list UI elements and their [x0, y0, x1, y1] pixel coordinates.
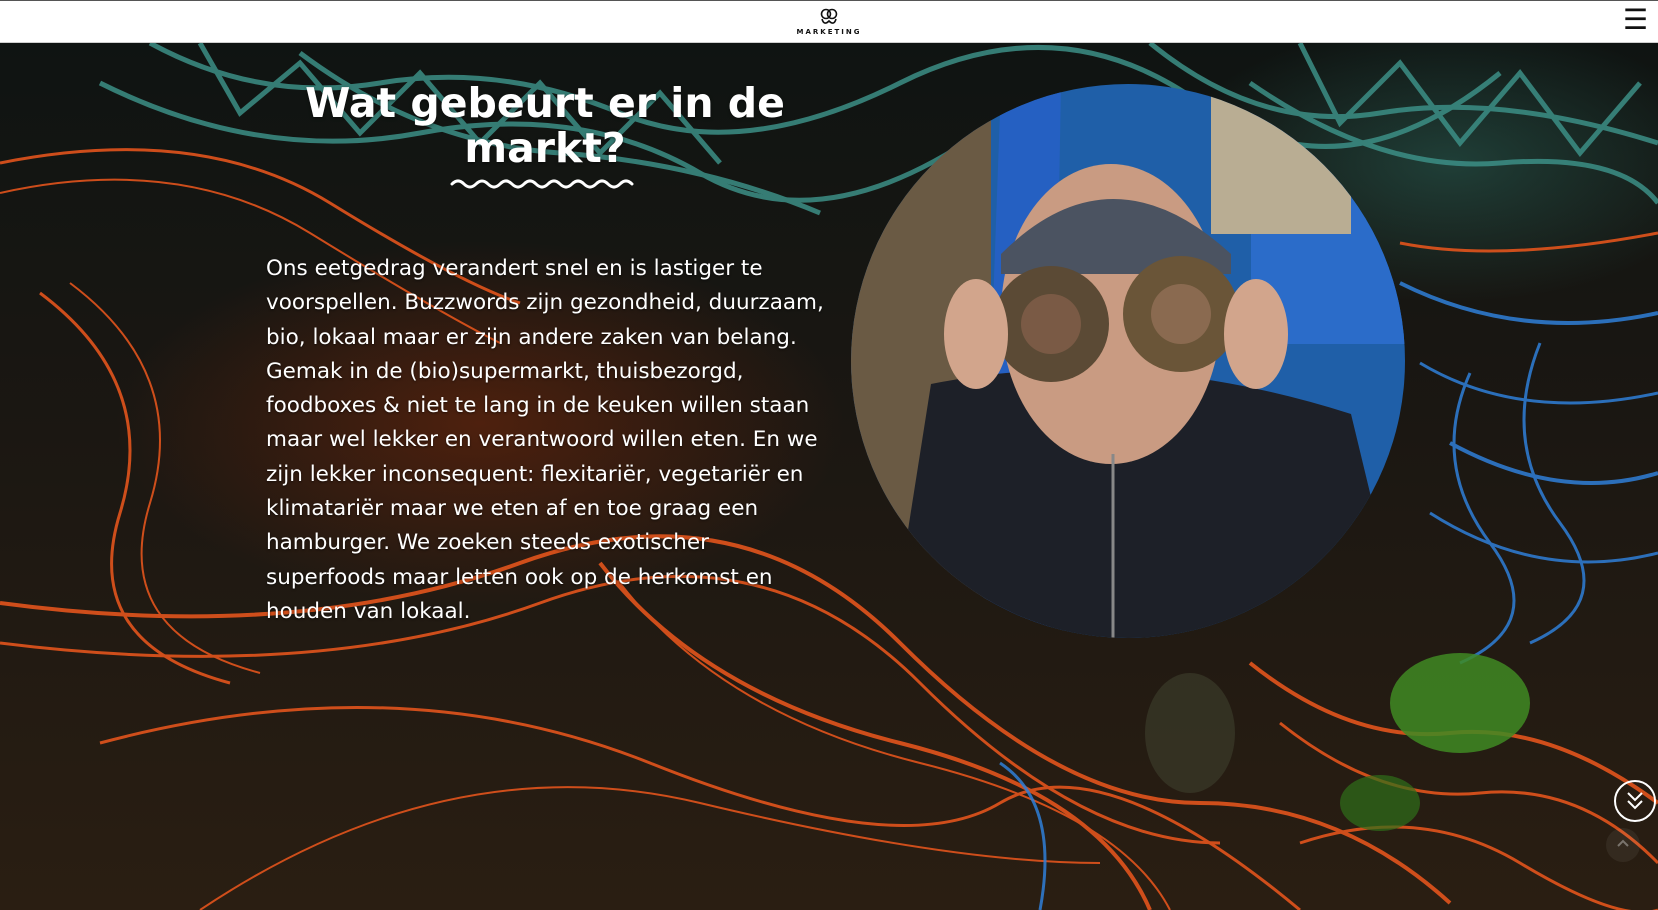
- fishing-nets-background: [0, 43, 1658, 910]
- hero-section: Wat gebeurt er in de markt? Ons eetgedra…: [0, 43, 1658, 910]
- double-chevron-down-icon: [1627, 792, 1643, 810]
- section-title: Wat gebeurt er in de markt?: [305, 79, 785, 172]
- hamburger-menu-icon[interactable]: ☰: [1623, 5, 1648, 35]
- person-with-binoculars-photo: [851, 84, 1405, 638]
- portrait-photo: [851, 84, 1405, 638]
- brand-logo[interactable]: MARKETING: [796, 7, 862, 41]
- logo-wordmark: MARKETING: [796, 28, 862, 36]
- wave-divider-icon: [450, 179, 634, 189]
- back-to-top-button[interactable]: [1606, 828, 1640, 862]
- scroll-down-button[interactable]: [1614, 780, 1656, 822]
- chevron-up-icon: [1617, 839, 1629, 847]
- section-body-text: Ons eetgedrag verandert snel en is lasti…: [266, 256, 824, 624]
- octopus-logo-icon: [820, 8, 838, 24]
- top-navigation-bar: MARKETING ☰: [0, 0, 1658, 43]
